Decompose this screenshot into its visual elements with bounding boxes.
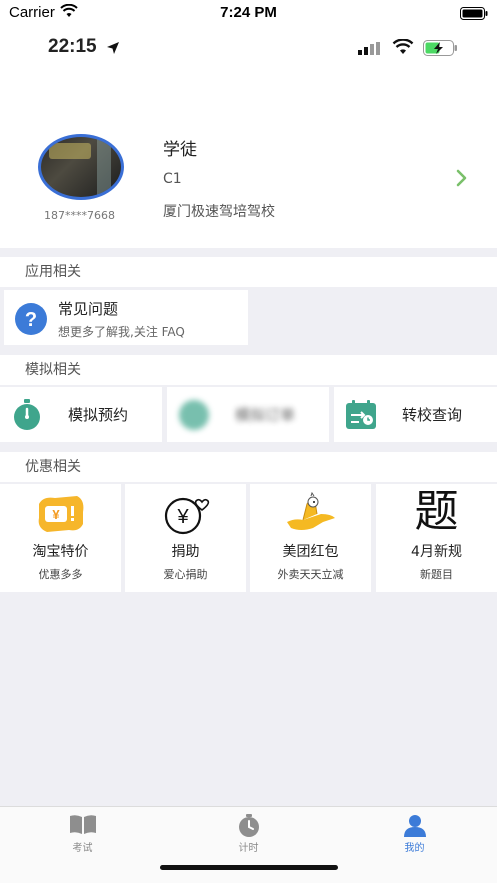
- simulation-booking-label: 模拟预约: [68, 406, 129, 424]
- meituan-coupon-button[interactable]: 美团红包 外卖天天立减: [250, 484, 371, 592]
- chevron-right-icon[interactable]: [456, 169, 468, 191]
- transfer-query-button[interactable]: 转校查询: [334, 387, 497, 442]
- signal-icon: [358, 41, 382, 60]
- meituan-icon: [250, 491, 371, 536]
- license-type: C1: [163, 171, 182, 187]
- person-icon: [332, 814, 497, 842]
- svg-text:?: ?: [25, 309, 37, 331]
- taobao-deals-subtitle: 优惠多多: [38, 568, 83, 581]
- embedded-status-bar: 22:15: [0, 36, 497, 60]
- donate-subtitle: 爱心捐助: [163, 568, 208, 581]
- section-title-discount: 优惠相关: [0, 452, 497, 482]
- meituan-coupon-subtitle: 外卖天天立减: [277, 568, 344, 581]
- avatar[interactable]: [38, 134, 124, 200]
- svg-text:¥: ¥: [176, 506, 189, 528]
- new-rules-button[interactable]: 题 4月新规 新题目: [376, 484, 497, 592]
- user-name: 学徒: [163, 140, 197, 160]
- embedded-time: 22:15: [48, 36, 97, 57]
- location-arrow-icon: [106, 40, 120, 59]
- avatar-photo-device: [97, 139, 111, 197]
- section-title-app: 应用相关: [0, 257, 497, 287]
- tab-timer-label: 计时: [238, 843, 259, 854]
- avatar-photo-highlight: [49, 143, 91, 159]
- wifi-icon: [392, 38, 414, 59]
- phone-number: 187****7668: [44, 209, 115, 222]
- order-icon: [177, 398, 211, 436]
- tab-exam[interactable]: 考试: [0, 807, 165, 862]
- taobao-deals-button[interactable]: ¥ 淘宝特价 优惠多多: [0, 484, 121, 592]
- new-rules-title: 4月新规: [411, 544, 462, 560]
- book-icon: [0, 814, 165, 840]
- transfer-query-label: 转校查询: [402, 406, 463, 424]
- taobao-deals-title: 淘宝特价: [32, 544, 89, 560]
- simulation-booking-button[interactable]: 模拟预约: [0, 387, 162, 442]
- section-title-simulation: 模拟相关: [0, 355, 497, 385]
- system-status-bar: Carrier 7:24 PM: [0, 0, 497, 26]
- tab-mine[interactable]: 我的: [332, 807, 497, 862]
- calendar-transfer-icon: [344, 398, 378, 436]
- system-time: 7:24 PM: [220, 4, 277, 21]
- simulation-order-label: 模拟订单: [235, 406, 296, 424]
- svg-text:¥: ¥: [52, 507, 60, 522]
- school-name: 厦门极速驾培驾校: [163, 204, 275, 220]
- faq-subtitle: 想更多了解我,关注 FAQ: [58, 325, 185, 339]
- question-icon: ?: [14, 302, 48, 340]
- new-rules-subtitle: 新题目: [420, 568, 453, 581]
- taobao-icon: ¥: [0, 492, 121, 536]
- home-indicator[interactable]: [160, 865, 338, 870]
- tab-bar: 考试 计时 我的: [0, 806, 497, 883]
- question-bank-icon: 题: [414, 486, 459, 537]
- faq-card[interactable]: ? 常见问题 想更多了解我,关注 FAQ: [4, 290, 248, 345]
- battery-icon: [460, 6, 488, 24]
- donate-button[interactable]: ¥ 捐助 爱心捐助: [125, 484, 246, 592]
- tab-mine-label: 我的: [404, 843, 425, 854]
- tab-exam-label: 考试: [72, 843, 93, 854]
- stopwatch-icon: [10, 398, 44, 436]
- simulation-order-button[interactable]: 模拟订单: [167, 387, 329, 442]
- charging-battery-icon: [423, 40, 459, 60]
- meituan-coupon-title: 美团红包: [282, 544, 339, 560]
- donate-title: 捐助: [171, 544, 200, 560]
- profile-header[interactable]: 22:15 187****7668 学徒 C1 厦门极速驾培驾校: [0, 26, 497, 248]
- tab-timer[interactable]: 计时: [166, 807, 331, 862]
- faq-title: 常见问题: [58, 300, 119, 318]
- timer-icon: [166, 814, 331, 842]
- donate-icon: ¥: [125, 492, 246, 536]
